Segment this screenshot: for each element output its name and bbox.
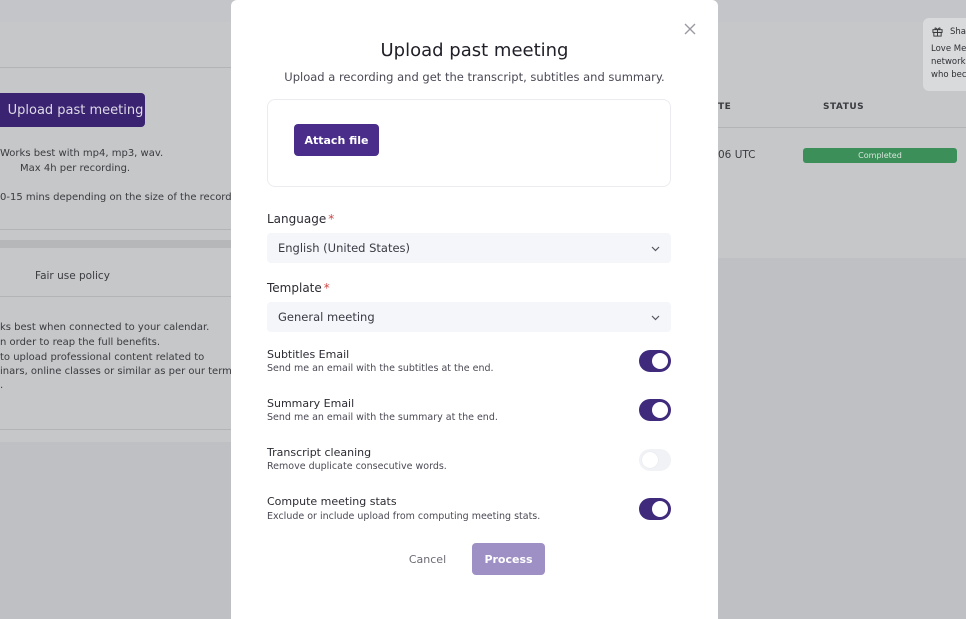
compute-meeting-stats-toggle[interactable] bbox=[639, 498, 671, 520]
table-header-date: TE bbox=[718, 102, 732, 112]
fair-use-text: . bbox=[0, 380, 4, 391]
upload-info-text: Works best with mp4, mp3, wav. bbox=[0, 148, 164, 159]
template-select[interactable]: General meeting bbox=[267, 302, 671, 332]
upload-past-meeting-modal: Upload past meeting Upload a recording a… bbox=[231, 0, 718, 619]
fair-use-label: Fair use policy bbox=[35, 270, 110, 282]
summary-email-description: Send me an email with the summary at the… bbox=[267, 412, 498, 423]
subtitles-email-toggle[interactable] bbox=[639, 350, 671, 372]
toggle-knob bbox=[652, 501, 668, 517]
transcript-cleaning-toggle[interactable] bbox=[639, 449, 671, 471]
process-button[interactable]: Process bbox=[472, 543, 545, 575]
language-select[interactable]: English (United States) bbox=[267, 233, 671, 263]
modal-subtitle: Upload a recording and get the transcrip… bbox=[284, 70, 665, 84]
file-dropzone[interactable]: Attach file bbox=[267, 99, 671, 187]
cancel-button[interactable]: Cancel bbox=[399, 544, 456, 574]
compute-meeting-stats-description: Exclude or include upload from computing… bbox=[267, 511, 541, 522]
fair-use-text: inars, online classes or similar as per … bbox=[0, 366, 238, 377]
summary-email-title: Summary Email bbox=[267, 397, 355, 410]
divider bbox=[718, 127, 966, 128]
divider bbox=[0, 240, 232, 248]
table-cell-date: 06 UTC bbox=[718, 149, 756, 161]
transcript-cleaning-title: Transcript cleaning bbox=[267, 446, 372, 459]
fair-use-text: ks best when connected to your calendar. bbox=[0, 322, 210, 333]
divider bbox=[0, 429, 232, 430]
toggle-knob bbox=[642, 452, 658, 468]
gift-icon bbox=[932, 27, 943, 37]
toggle-knob bbox=[652, 353, 668, 369]
toast-text: network. bbox=[931, 57, 966, 67]
fair-use-text: to upload professional content related t… bbox=[0, 352, 205, 363]
template-label: Template * bbox=[267, 281, 330, 295]
upload-info-text: Max 4h per recording. bbox=[20, 163, 131, 174]
background-left-panel bbox=[0, 22, 232, 442]
subtitles-email-title: Subtitles Email bbox=[267, 348, 350, 361]
template-select-value: General meeting bbox=[278, 310, 375, 324]
transcript-cleaning-description: Remove duplicate consecutive words. bbox=[267, 461, 447, 472]
chevron-down-icon bbox=[651, 315, 660, 321]
table-header-status: STATUS bbox=[823, 102, 865, 112]
language-select-value: English (United States) bbox=[278, 241, 411, 255]
modal-title: Upload past meeting bbox=[380, 40, 569, 61]
toast-text: who bec bbox=[931, 70, 966, 80]
language-label: Language * bbox=[267, 212, 334, 226]
divider bbox=[0, 67, 232, 68]
fair-use-text: n order to reap the full benefits. bbox=[0, 337, 161, 348]
close-icon[interactable] bbox=[683, 22, 697, 36]
compute-meeting-stats-title: Compute meeting stats bbox=[267, 495, 397, 508]
toast-text: Love Me bbox=[931, 44, 966, 54]
toast-title: Sha bbox=[950, 27, 966, 37]
summary-email-toggle[interactable] bbox=[639, 399, 671, 421]
template-label-text: Template bbox=[267, 281, 322, 295]
upload-info-text: 0-15 mins depending on the size of the r… bbox=[0, 192, 251, 203]
divider bbox=[0, 296, 232, 297]
chevron-down-icon bbox=[651, 246, 660, 252]
required-mark: * bbox=[323, 281, 330, 295]
status-badge: Completed bbox=[803, 148, 957, 163]
divider bbox=[0, 229, 232, 230]
attach-file-button[interactable]: Attach file bbox=[294, 124, 379, 156]
subtitles-email-description: Send me an email with the subtitles at t… bbox=[267, 363, 494, 374]
language-label-text: Language bbox=[267, 212, 327, 226]
required-mark: * bbox=[328, 212, 335, 226]
background-upload-button: Upload past meeting bbox=[0, 93, 145, 127]
toggle-knob bbox=[652, 402, 668, 418]
